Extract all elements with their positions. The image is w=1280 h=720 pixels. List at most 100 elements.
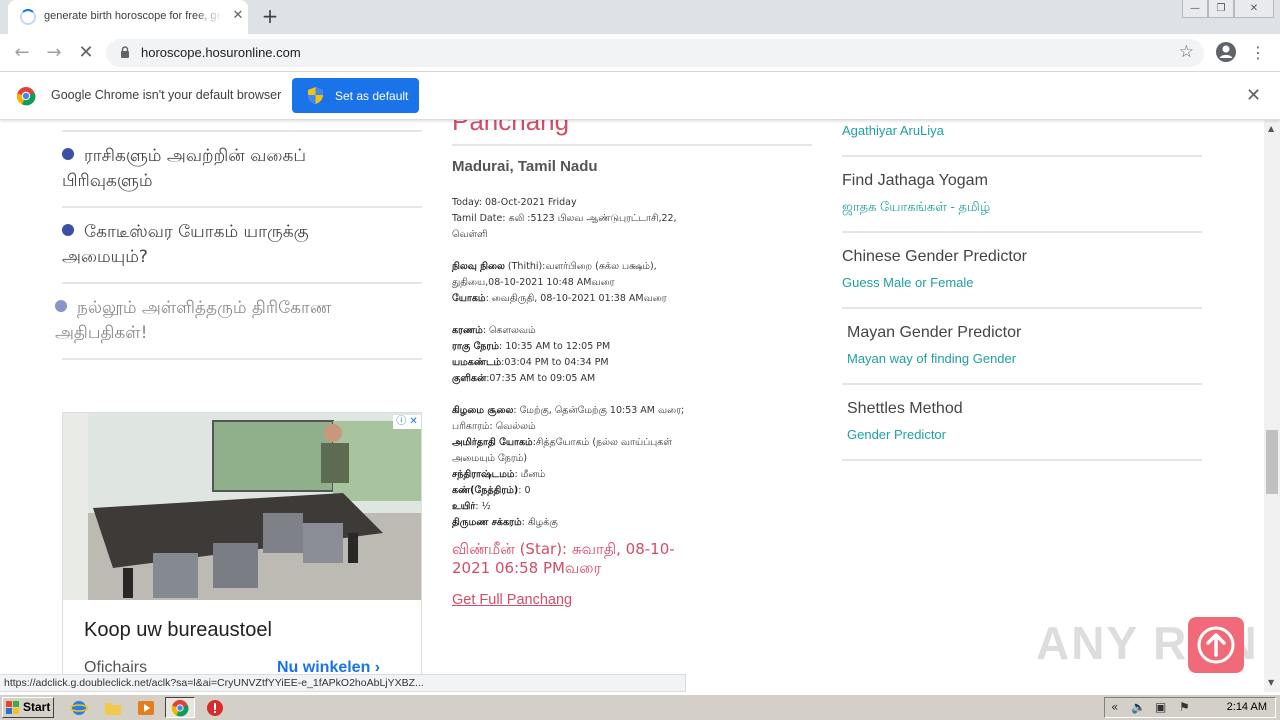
mayan-gender-link[interactable]: Mayan way of finding Gender — [847, 351, 1016, 366]
browser-menu-icon[interactable]: ⋮ — [1248, 41, 1268, 65]
media-player-icon[interactable] — [137, 699, 155, 717]
panchang-title: Panchang — [452, 120, 570, 136]
marriage-chakra-value: : கிழக்கு — [521, 517, 558, 528]
windows-taskbar: Start « 🔈 ▣ ⚑ 2:14 AM — [0, 694, 1280, 720]
get-full-panchang-link[interactable]: Get Full Panchang — [452, 592, 572, 608]
tab-strip: generate birth horoscope for free, get ✕… — [0, 0, 1280, 34]
action-center-flag-icon[interactable]: ⚑ — [1179, 700, 1190, 714]
url-text: horoscope.hosuronline.com — [141, 45, 301, 60]
chinese-gender-link[interactable]: Guess Male or Female — [842, 275, 974, 290]
karanam-value: : கௌலவம் — [482, 325, 536, 336]
shettles-method-title[interactable]: Shettles Method — [847, 400, 963, 418]
bullet-icon — [55, 300, 67, 312]
stop-sign-icon[interactable] — [206, 699, 224, 717]
forward-arrow-icon[interactable]: → — [42, 41, 66, 65]
rahu-value: : 10:35 AM to 12:05 PM — [498, 341, 611, 352]
article-link[interactable]: நல்லூம் அள்ளித்தரும் திரிகோண அதிபதிகள்! — [55, 296, 375, 346]
shettles-method-link[interactable]: Gender Predictor — [847, 427, 946, 442]
profile-avatar-icon[interactable] — [1214, 40, 1238, 64]
mayan-gender-title[interactable]: Mayan Gender Predictor — [847, 324, 1021, 342]
scroll-up-icon[interactable]: ▲ — [1268, 124, 1274, 133]
ad-choices-icon[interactable]: ⓘ ✕ — [393, 415, 421, 429]
ad-office-image: ⓘ ✕ — [63, 413, 421, 600]
divider — [62, 130, 422, 132]
location-label: Madurai, Tamil Nadu — [452, 158, 598, 175]
chrome-logo-icon — [16, 87, 36, 106]
soolai-row: கிழமை சூலை: மேற்கு, தென்மேற்கு 10:53 AM … — [452, 403, 687, 435]
yamagandam-value: :03:04 PM to 04:34 PM — [501, 357, 609, 368]
address-bar[interactable]: horoscope.hosuronline.com ☆ — [106, 39, 1204, 67]
set-as-default-button[interactable]: Set as default — [292, 78, 419, 113]
thithi-label: நிலவு நிலை — [452, 261, 505, 272]
loading-spinner-icon — [20, 9, 36, 25]
amirtha-label: அமிர்தாதி யோகம் — [452, 437, 533, 448]
tray-expand-icon[interactable]: « — [1111, 700, 1118, 714]
back-arrow-icon[interactable]: ← — [10, 41, 34, 65]
folder-icon[interactable] — [104, 699, 122, 717]
divider — [842, 155, 1202, 157]
network-icon[interactable]: ▣ — [1155, 700, 1166, 714]
default-browser-infobar: Google Chrome isn't your default browser… — [0, 72, 1280, 120]
page-scrollbar[interactable]: ▲ ▼ — [1264, 120, 1280, 692]
bullet-icon — [62, 224, 74, 236]
new-tab-button[interactable]: + — [258, 5, 282, 29]
tab-title: generate birth horoscope for free, get — [44, 10, 222, 22]
window-minimize-button[interactable]: — — [1182, 0, 1208, 18]
jathaga-yogam-title[interactable]: Find Jathaga Yogam — [842, 172, 988, 190]
amirtha-row: அமிர்தாதி யோகம்:சித்தயோகம் (நல்ல வாய்ப்ப… — [452, 435, 687, 467]
divider — [452, 144, 812, 146]
stop-loading-icon[interactable]: ✕ — [74, 41, 98, 65]
internet-explorer-icon[interactable] — [70, 699, 88, 717]
yamagandam-label: யமகண்டம் — [452, 357, 502, 368]
kan-label: கண்(நேத்திரம்) — [452, 485, 519, 496]
star-info: விண்மீன் (Star): சுவாதி, 08-10-2021 06:5… — [452, 540, 675, 577]
thithi-row: நிலவு நிலை (Thithi):வளர்பிறை (சுக்ல பக்ஷ… — [452, 259, 687, 291]
ad-shop-now-button[interactable]: Nu winkelen › — [277, 659, 380, 675]
ad-headline[interactable]: Koop uw bureaustoel — [84, 619, 272, 642]
bookmark-star-icon[interactable]: ☆ — [1179, 42, 1194, 62]
window-close-button[interactable]: ✕ — [1234, 0, 1274, 18]
ad-advertiser: Ofichairs — [84, 659, 148, 675]
kan-row: கண்(நேத்திரம்): 0 — [452, 483, 687, 499]
article-link[interactable]: ராசிகளும் அவற்றின் வகைப் பிரிவுகளும் — [62, 144, 362, 194]
yogam-row: யோகம்: வைதிருதி, 08-10-2021 01:38 AMவரை — [452, 291, 687, 307]
article-link-text: நல்லூம் அள்ளித்தரும் திரிகோண அதிபதிகள்! — [55, 298, 332, 343]
divider — [62, 358, 422, 360]
yogam-label: யோகம் — [452, 293, 486, 304]
yogam-value: : வைதிருதி, 08-10-2021 01:38 AMவரை — [485, 293, 667, 304]
infobar-close-icon[interactable]: ✕ — [1246, 85, 1261, 106]
divider — [842, 459, 1202, 461]
chandrashtamam-row: சந்திராஷ்டமம்: மீனம் — [452, 467, 687, 483]
divider — [842, 231, 1202, 233]
page-content: ராசிகளும் அவற்றின் வகைப் பிரிவுகளும் கோட… — [0, 120, 1264, 675]
taskbar-chrome-button[interactable] — [165, 697, 195, 718]
set-as-default-label: Set as default — [335, 89, 409, 103]
article-link[interactable]: கோடீஸ்வர யோகம் யாருக்கு அமையும்? — [62, 220, 362, 270]
soolai-label: கிழமை சூலை — [452, 405, 514, 416]
divider — [62, 206, 422, 208]
jathaga-yogam-link[interactable]: ஜாதக யோகங்கள் - தமிழ் — [842, 199, 990, 216]
kuligai-row: குளிகன்:07:35 AM to 09:05 AM — [452, 371, 687, 387]
back-to-top-button[interactable] — [1188, 617, 1244, 673]
browser-tab[interactable]: generate birth horoscope for free, get ✕ — [8, 0, 248, 34]
window-maximize-button[interactable]: ❐ — [1208, 0, 1234, 18]
uyir-row: உயிர்: ½ — [452, 499, 687, 515]
tab-close-icon[interactable]: ✕ — [230, 8, 246, 24]
chandrashtamam-label: சந்திராஷ்டமம் — [452, 469, 515, 480]
scrollbar-thumb[interactable] — [1266, 430, 1278, 494]
volume-icon[interactable]: 🔈 — [1131, 700, 1146, 714]
divider — [842, 307, 1202, 309]
uyir-label: உயிர் — [452, 501, 476, 512]
agathiyar-link[interactable]: Agathiyar AruLiya — [842, 123, 944, 138]
start-button[interactable]: Start — [2, 697, 54, 718]
link-status-bubble: https://adclick.g.doubleclick.net/aclk?s… — [0, 674, 686, 692]
uac-shield-icon — [308, 87, 323, 104]
yamagandam-row: யமகண்டம்:03:04 PM to 04:34 PM — [452, 355, 687, 371]
chandrashtamam-value: : மீனம் — [514, 469, 546, 480]
scroll-down-icon[interactable]: ▼ — [1268, 678, 1274, 687]
kuligai-value: :07:35 AM to 09:05 AM — [486, 373, 596, 384]
chinese-gender-title[interactable]: Chinese Gender Predictor — [842, 248, 1027, 266]
display-ad[interactable]: ⓘ ✕ Koop uw bureaustoel Ofichairs Nu win… — [62, 412, 422, 675]
rahu-row: ராகு நேரம்: 10:35 AM to 12:05 PM — [452, 339, 687, 355]
divider — [842, 383, 1202, 385]
